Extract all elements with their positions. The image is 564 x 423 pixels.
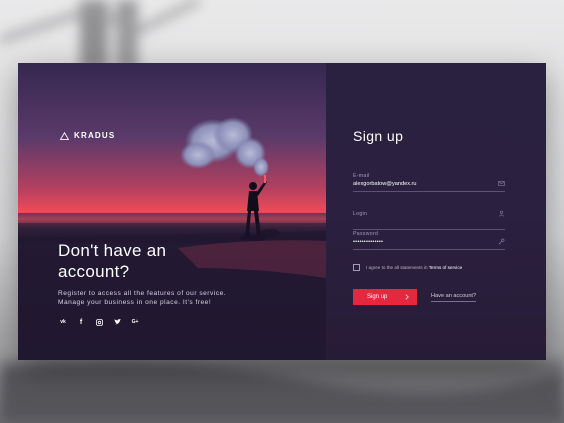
email-input[interactable]: alexgorbatow@yandex.ru — [353, 181, 505, 189]
login-label: Login — [353, 211, 368, 217]
signup-button-label: Sign up — [367, 294, 388, 300]
social-links: vk f G+ — [59, 318, 139, 326]
form-title: Sign up — [353, 128, 404, 144]
email-field[interactable]: E-mail alexgorbatow@yandex.ru — [353, 173, 505, 192]
google-plus-icon[interactable]: G+ — [131, 318, 139, 326]
login-field[interactable]: Login — [353, 210, 505, 230]
hero-headline-line1: Don't have an — [58, 241, 167, 260]
signup-form-panel: Sign up E-mail alexgorbatow@yandex.ru Lo… — [326, 63, 546, 360]
envelope-icon — [498, 181, 505, 186]
terms-prefix: I agree to the all statements in — [366, 265, 429, 270]
vk-icon[interactable]: vk — [59, 318, 67, 326]
terms-checkbox[interactable] — [353, 264, 360, 271]
sunset-photo — [18, 63, 326, 360]
login-input[interactable] — [353, 219, 505, 227]
terms-link[interactable]: Terms of service — [429, 265, 462, 270]
email-underline — [353, 191, 505, 192]
email-label: E-mail — [353, 173, 370, 179]
terms-text: I agree to the all statements in Terms o… — [366, 265, 462, 270]
login-underline — [353, 229, 505, 230]
hero-description: Register to access all the features of o… — [58, 289, 268, 307]
hero-panel: KRADUS Don't have an account? Register t… — [18, 63, 326, 360]
twitter-icon[interactable] — [113, 318, 121, 326]
brand-name: KRADUS — [74, 131, 116, 140]
password-field[interactable]: Password •••••••••••••• — [353, 231, 505, 250]
user-icon — [498, 210, 505, 217]
hero-headline: Don't have an account? — [58, 240, 258, 282]
password-label: Password — [353, 231, 379, 237]
brand-logo[interactable]: KRADUS — [60, 131, 115, 140]
triangle-logo-icon — [60, 131, 69, 140]
key-icon — [498, 238, 505, 245]
password-input[interactable]: •••••••••••••• — [353, 239, 505, 247]
chevron-right-icon — [405, 294, 409, 300]
have-account-link[interactable]: Have an account? — [431, 293, 477, 302]
instagram-icon[interactable] — [95, 318, 103, 326]
hero-headline-line2: account? — [58, 262, 130, 281]
signup-card: KRADUS Don't have an account? Register t… — [18, 63, 546, 360]
hero-description-line1: Register to access all the features of o… — [58, 290, 227, 297]
facebook-icon[interactable]: f — [77, 318, 85, 326]
hero-description-line2: Manage your business in one place. It's … — [58, 299, 212, 306]
password-underline — [353, 249, 505, 250]
terms-checkbox-row[interactable]: I agree to the all statements in Terms o… — [353, 264, 462, 271]
signup-button[interactable]: Sign up — [353, 289, 417, 305]
